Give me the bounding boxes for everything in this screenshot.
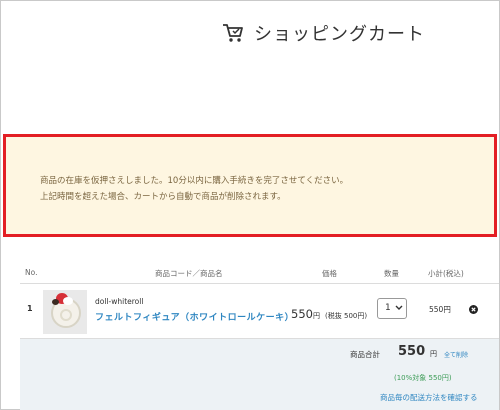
shopping-cart-icon xyxy=(222,22,244,44)
clear-all-link[interactable]: 全て削除 xyxy=(444,350,468,359)
cart-table-header: No. 商品コード／商品名 価格 数量 小計(税込) xyxy=(20,262,499,284)
price-value: 550 xyxy=(291,307,313,321)
shipping-method-link[interactable]: 商品毎の配送方法を確認する xyxy=(380,392,478,403)
total-value: 550 xyxy=(398,344,426,359)
product-price: 550円 (税抜 500円) xyxy=(291,303,367,322)
cart-table: No. 商品コード／商品名 価格 数量 小計(税込) 1 doll-whiter… xyxy=(20,262,499,339)
price-tax-excluded: (税抜 500円) xyxy=(325,312,368,320)
item-subtotal: 550円 xyxy=(429,305,451,314)
total-unit: 円 xyxy=(430,350,437,358)
price-unit: 円 xyxy=(312,312,320,320)
stock-hold-notice: 商品の在庫を仮押さえしました。10分以内に購入手続きを完了させてください。 上記… xyxy=(3,134,497,237)
cart-item-row: 1 doll-whiteroll フェルトフィギュア（ホワイトロールケーキ） 5… xyxy=(20,284,499,339)
chevron-down-icon xyxy=(395,303,403,313)
tax-target: (10%対象 550円) xyxy=(394,374,452,382)
product-name-link[interactable]: フェルトフィギュア（ホワイトロールケーキ） xyxy=(95,310,294,323)
product-thumbnail[interactable] xyxy=(43,290,87,334)
page-header: ショッピングカート xyxy=(0,18,500,48)
notice-line-1: 商品の在庫を仮押さえしました。10分以内に購入手続きを完了させてください。 xyxy=(40,176,349,186)
item-number: 1 xyxy=(27,304,33,313)
header-qty: 数量 xyxy=(384,269,399,278)
quantity-value: 1 xyxy=(385,303,391,313)
header-price: 価格 xyxy=(322,269,337,278)
product-code: doll-whiteroll xyxy=(95,297,144,306)
total-label: 商品合計 xyxy=(350,350,380,359)
remove-item-icon[interactable] xyxy=(469,305,478,314)
notice-line-2: 上記時間を超えた場合、カートから自動で商品が削除されます。 xyxy=(40,192,286,202)
cart-summary: 商品合計 550 円 全て削除 (10%対象 550円) 商品毎の配送方法を確認… xyxy=(20,339,499,410)
header-subtotal: 小計(税込) xyxy=(428,269,464,278)
quantity-select[interactable]: 1 xyxy=(377,298,407,319)
header-no: No. xyxy=(25,268,38,277)
page-title: ショッピングカート xyxy=(254,24,425,45)
header-code-name: 商品コード／商品名 xyxy=(155,269,223,278)
